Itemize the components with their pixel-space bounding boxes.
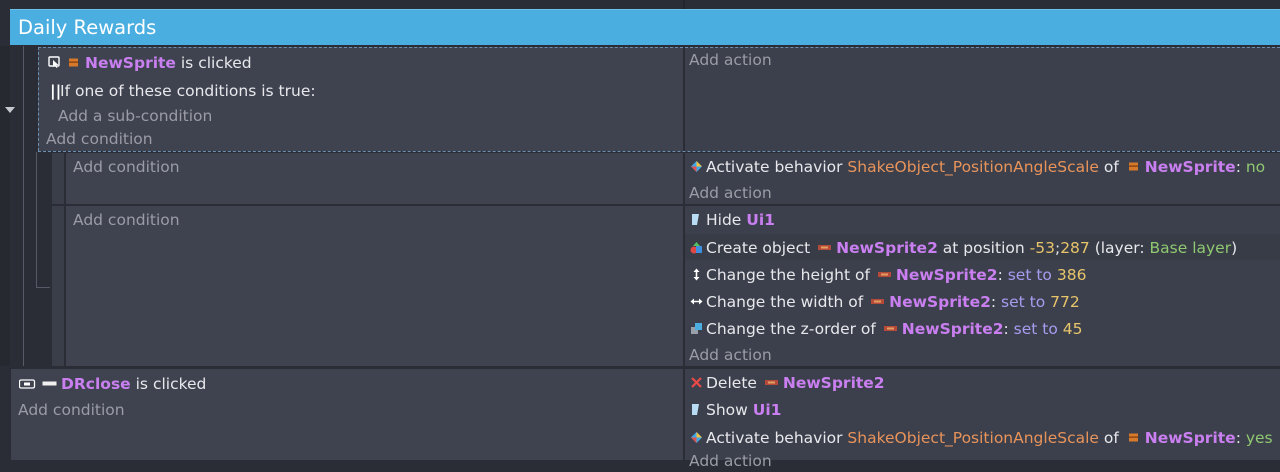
event2-add-action[interactable]: Add action: [689, 450, 772, 472]
event2-action-activate-behavior[interactable]: Activate behavior ShakeObject_PositionAn…: [690, 427, 1273, 449]
group-title: Daily Rewards: [18, 16, 157, 39]
sub1-add-condition[interactable]: Add condition: [73, 156, 180, 178]
event1-condition-text: is clicked: [175, 54, 252, 72]
action-show[interactable]: Show Ui1: [690, 399, 781, 421]
button-object-icon: [19, 377, 37, 390]
action-change-zorder[interactable]: Change the z-order of NewSprite2: set to…: [690, 318, 1083, 340]
behavior-icon: [690, 160, 703, 173]
action-delete[interactable]: Delete NewSprite2: [690, 372, 885, 394]
action-change-height[interactable]: Change the height of NewSprite2: set to …: [690, 264, 1086, 286]
sprite-object-icon: [883, 324, 898, 333]
event1-add-action[interactable]: Add action: [689, 49, 772, 71]
event-gutter: [0, 46, 10, 366]
sprite-object-icon: [1126, 162, 1141, 171]
behavior-icon: [690, 431, 703, 444]
or-icon: ||: [50, 82, 62, 100]
sub1-add-action[interactable]: Add action: [689, 182, 772, 204]
sub2-indent-bar: [52, 206, 64, 366]
or-label: If one of these conditions is true:: [60, 82, 316, 100]
mouse-click-icon: [48, 56, 61, 69]
sub1-action-activate-behavior[interactable]: Activate behavior ShakeObject_PositionAn…: [690, 156, 1265, 178]
sub-event-bracket: [36, 152, 50, 288]
group-header-daily-rewards[interactable]: Daily Rewards: [10, 9, 1280, 45]
sprite-object-icon: [764, 378, 779, 387]
panel-object-icon: [42, 379, 57, 388]
width-arrows-icon: [690, 295, 703, 308]
hide-icon: [690, 213, 703, 226]
collapse-arrow-icon[interactable]: [4, 100, 16, 113]
top-strip: [0, 0, 1280, 9]
sprite-object-icon: [817, 243, 832, 252]
or-condition-block[interactable]: ||If one of these conditions is true:: [50, 80, 316, 102]
event-nesting-line: [23, 46, 24, 366]
event2-condition[interactable]: DRclose is clicked: [19, 373, 206, 395]
sub2-add-action[interactable]: Add action: [689, 344, 772, 366]
event2-add-condition[interactable]: Add condition: [18, 399, 125, 421]
action-create-object[interactable]: Create object NewSprite2 at position -53…: [690, 237, 1237, 259]
delete-x-icon: [690, 376, 703, 389]
event1-add-condition[interactable]: Add condition: [46, 128, 153, 150]
sprite-object-icon: [66, 58, 81, 67]
sub2-add-condition[interactable]: Add condition: [73, 209, 180, 231]
event1-actions[interactable]: [685, 47, 1280, 151]
sprite-object-icon: [1126, 433, 1141, 442]
sprite-object-icon: [870, 297, 885, 306]
show-icon: [690, 403, 703, 416]
event1-condition-object: NewSprite: [85, 54, 176, 72]
zorder-layers-icon: [690, 322, 703, 335]
event1-condition[interactable]: NewSprite is clicked: [48, 52, 252, 74]
add-sub-condition[interactable]: Add a sub-condition: [58, 105, 212, 127]
height-arrows-icon: [690, 268, 703, 281]
action-change-width[interactable]: Change the width of NewSprite2: set to 7…: [690, 291, 1080, 313]
create-object-icon: [690, 241, 703, 254]
sprite-object-icon: [877, 270, 892, 279]
action-hide[interactable]: Hide Ui1: [690, 209, 775, 231]
sub1-indent-bar: [52, 153, 64, 204]
selection-border: [38, 151, 1280, 152]
